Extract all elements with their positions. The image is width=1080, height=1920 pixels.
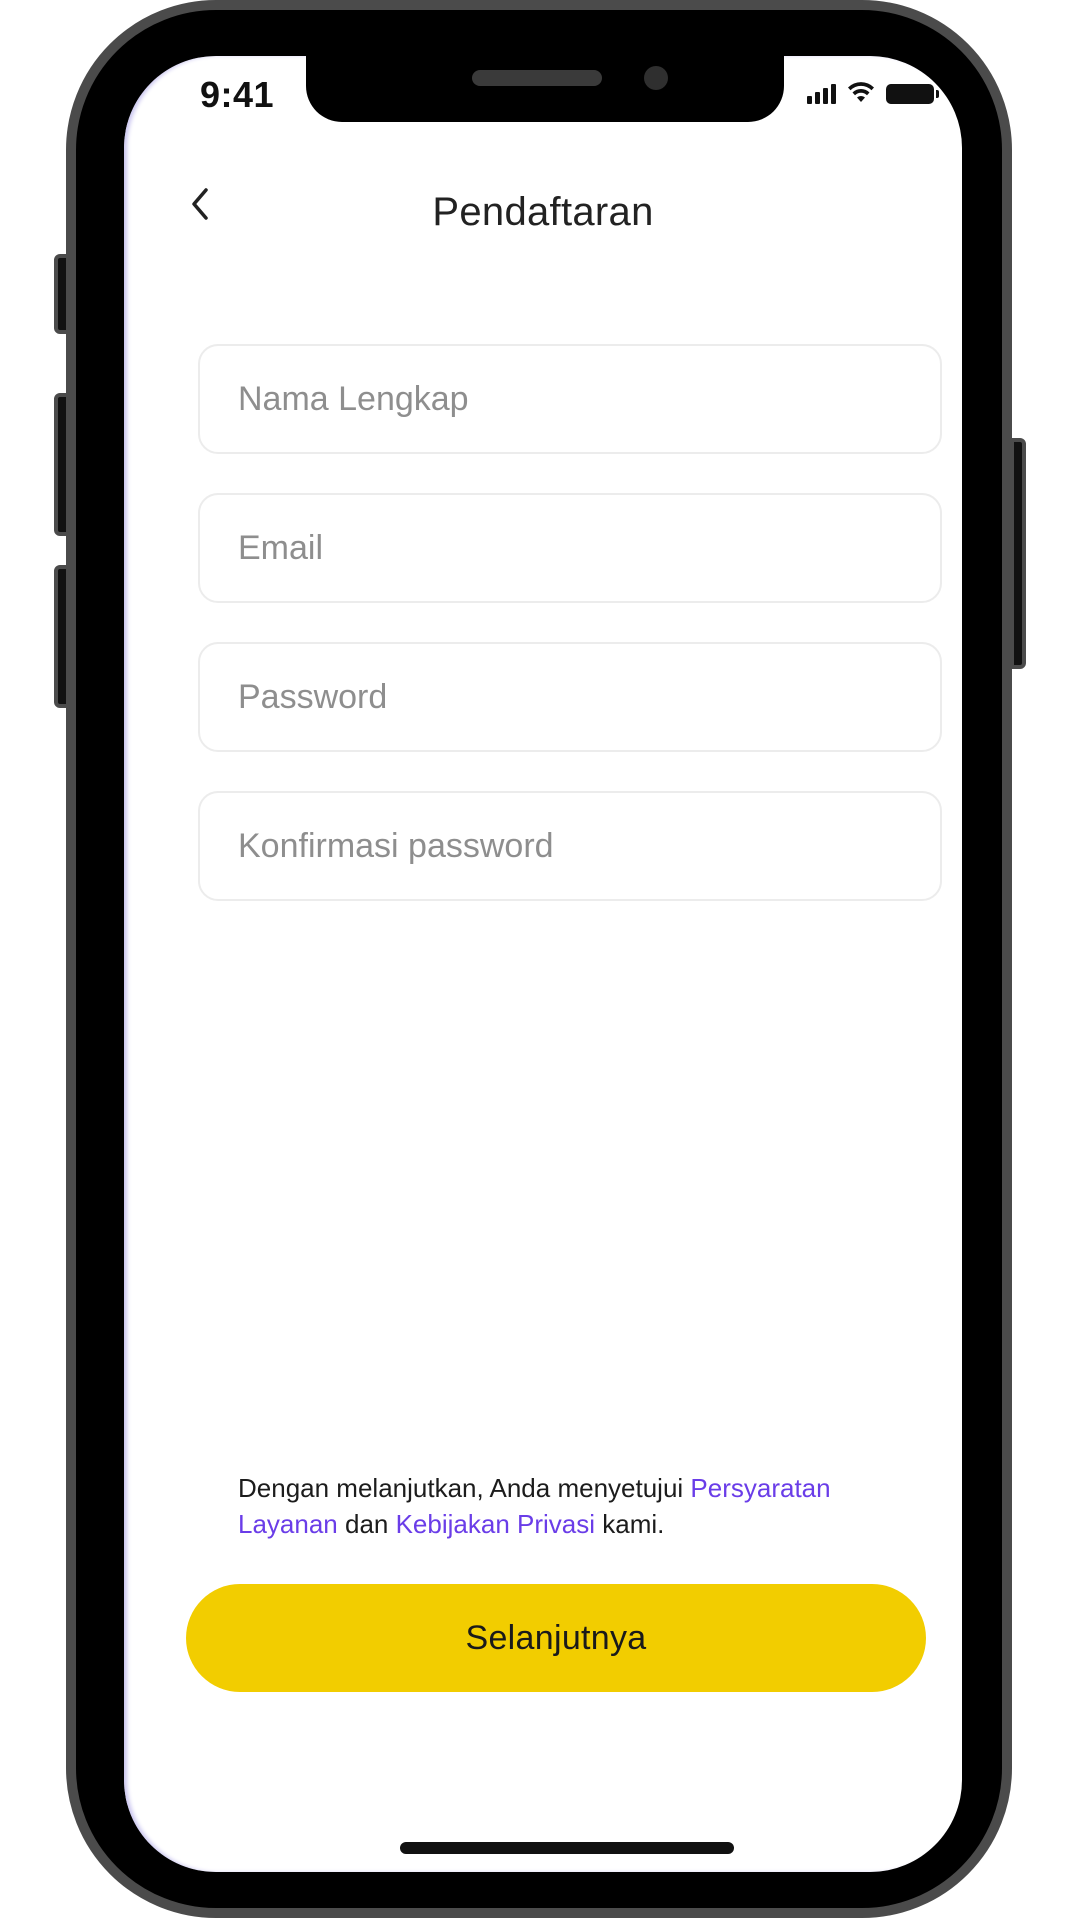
volume-up-button	[54, 393, 70, 536]
terms-notice: Dengan melanjutkan, Anda menyetujui Pers…	[238, 1470, 918, 1542]
battery-icon	[886, 84, 939, 104]
password-input[interactable]	[200, 644, 940, 750]
page-title: Pendaftaran	[432, 190, 654, 234]
power-button	[1010, 438, 1026, 669]
status-time: 9:41	[200, 74, 275, 115]
full-name-input[interactable]	[200, 346, 940, 452]
silent-switch	[54, 254, 70, 334]
status-icons	[807, 80, 939, 104]
terms-middle: dan	[337, 1509, 396, 1539]
notch	[306, 56, 784, 122]
email-field[interactable]	[198, 493, 942, 603]
terms-prefix: Dengan melanjutkan, Anda menyetujui	[238, 1473, 691, 1503]
home-indicator	[400, 1842, 734, 1854]
phone-screen: 9:41 Pendaftaran Dengan melanju	[124, 56, 962, 1872]
next-button[interactable]: Selanjutnya	[186, 1584, 926, 1692]
terms-suffix: kami.	[595, 1509, 665, 1539]
speaker-grille	[472, 70, 602, 86]
signal-icon	[807, 82, 836, 104]
password-field[interactable]	[198, 642, 942, 752]
email-input[interactable]	[200, 495, 940, 601]
full-name-field[interactable]	[198, 344, 942, 454]
header: Pendaftaran	[124, 166, 962, 246]
confirm-password-input[interactable]	[200, 793, 940, 899]
volume-down-button	[54, 565, 70, 708]
wifi-icon	[848, 82, 874, 102]
confirm-password-field[interactable]	[198, 791, 942, 901]
front-camera	[644, 66, 668, 90]
privacy-policy-link[interactable]: Kebijakan Privasi	[396, 1509, 595, 1539]
